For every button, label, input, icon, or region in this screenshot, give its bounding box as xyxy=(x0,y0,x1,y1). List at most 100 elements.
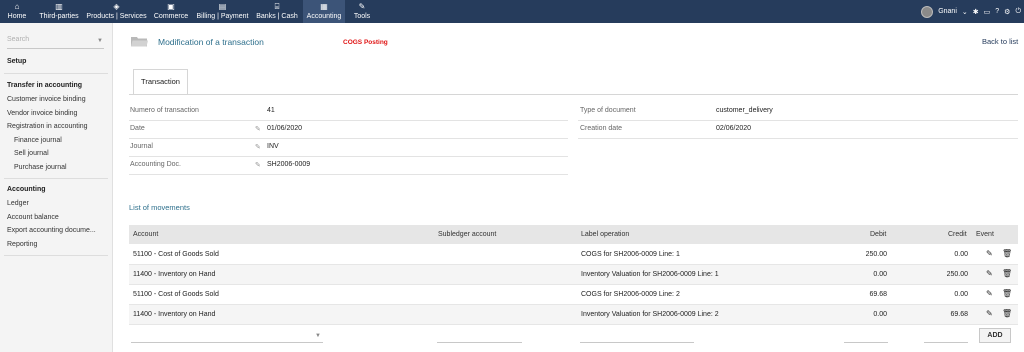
edit-icon[interactable]: ✎ xyxy=(986,269,993,278)
credit-input[interactable] xyxy=(924,342,968,343)
add-button[interactable]: ADD xyxy=(979,328,1011,343)
account-cell: 11400 - Inventory on Hand xyxy=(133,271,216,278)
account-select[interactable] xyxy=(131,342,323,343)
trash-icon[interactable]: 🗑 xyxy=(1002,289,1012,298)
top-navigation-bar: ⌂ Home ▥ Third-parties ◈ Products | Serv… xyxy=(0,0,1024,23)
sidebar-item-vendor-invoice-binding[interactable]: Vendor invoice binding xyxy=(7,110,77,117)
building-icon: ▥ xyxy=(55,2,63,11)
sidebar-item-export-accounting[interactable]: Export accounting docume... xyxy=(7,227,96,234)
credit-cell: 0.00 xyxy=(954,251,968,258)
nav-home[interactable]: ⌂ Home xyxy=(3,0,31,23)
column-header-event: Event xyxy=(976,231,994,238)
nav-products-services[interactable]: ◈ Products | Services xyxy=(85,0,148,23)
subledger-input[interactable] xyxy=(437,342,522,343)
field-row: Creation date 02/06/2020 xyxy=(578,121,1018,139)
print-icon[interactable]: ▭ xyxy=(984,8,991,16)
debit-input[interactable] xyxy=(844,342,888,343)
wrench-icon: ✎ xyxy=(358,2,366,11)
nav-commerce[interactable]: ▣ Commerce xyxy=(152,0,190,23)
transaction-badge: COGS Posting xyxy=(343,39,388,46)
pencil-icon[interactable]: ✎ xyxy=(255,125,261,133)
edit-icon[interactable]: ✎ xyxy=(986,289,993,298)
field-label: Journal xyxy=(130,143,153,150)
edit-icon[interactable]: ✎ xyxy=(986,309,993,318)
folder-icon xyxy=(131,37,148,47)
sidebar-item-account-balance[interactable]: Account balance xyxy=(7,214,59,221)
cube-icon: ◈ xyxy=(113,2,120,11)
sidebar-item-finance-journal[interactable]: Finance journal xyxy=(14,137,62,144)
chevron-down-icon[interactable]: ⌄ xyxy=(962,8,968,16)
sidebar-divider xyxy=(4,73,108,74)
column-header-label[interactable]: Label operation xyxy=(581,231,629,238)
account-cell: 51100 - Cost of Goods Sold xyxy=(133,251,219,258)
column-header-account[interactable]: Account xyxy=(133,231,158,238)
chevron-down-icon[interactable]: ▼ xyxy=(315,333,321,339)
page-title: Modification of a transaction xyxy=(158,37,264,47)
field-label: Numero of transaction xyxy=(130,107,199,114)
journal-value: INV xyxy=(267,143,279,150)
left-sidebar: Search ▼ Setup Transfer in accounting Cu… xyxy=(0,23,113,352)
sidebar-item-setup[interactable]: Setup xyxy=(7,58,26,65)
debit-cell: 69.68 xyxy=(869,291,887,298)
sidebar-item-ledger[interactable]: Ledger xyxy=(7,200,29,207)
label-cell: Inventory Valuation for SH2006-0009 Line… xyxy=(581,311,719,318)
label-cell: Inventory Valuation for SH2006-0009 Line… xyxy=(581,271,719,278)
new-movement-row: ▼ xyxy=(129,324,1018,350)
trash-icon[interactable]: 🗑 xyxy=(1002,249,1012,258)
power-icon[interactable]: ⏻ xyxy=(1015,8,1021,16)
creation-date-value: 02/06/2020 xyxy=(716,125,752,132)
accounting-doc-value: SH2006-0009 xyxy=(267,161,311,168)
field-row: Date ✎ 01/06/2020 xyxy=(129,121,568,139)
sidebar-heading-accounting[interactable]: Accounting xyxy=(7,186,46,193)
trash-icon[interactable]: 🗑 xyxy=(1002,309,1012,318)
trash-icon[interactable]: 🗑 xyxy=(1002,269,1012,278)
nav-accounting[interactable]: ▦ Accounting xyxy=(303,0,345,23)
credit-cell: 69.68 xyxy=(950,311,968,318)
label-input[interactable] xyxy=(580,342,694,343)
sidebar-item-registration[interactable]: Registration in accounting xyxy=(7,123,88,130)
sidebar-divider xyxy=(4,178,108,179)
label-cell: COGS for SH2006-0009 Line: 1 xyxy=(581,251,680,258)
bank-icon: ⌸ xyxy=(274,2,280,11)
field-label: Type of document xyxy=(580,107,636,114)
field-row: Type of document customer_delivery xyxy=(578,103,1018,121)
credit-cell: 250.00 xyxy=(946,271,968,278)
field-row: Accounting Doc. ✎ SH2006-0009 xyxy=(129,157,568,175)
avatar[interactable] xyxy=(921,5,934,18)
tab-transaction[interactable]: Transaction xyxy=(133,69,188,95)
field-row: Journal ✎ INV xyxy=(129,139,568,157)
movements-heading: List of movements xyxy=(129,203,190,212)
sidebar-heading-transfer[interactable]: Transfer in accounting xyxy=(7,82,82,89)
pencil-icon[interactable]: ✎ xyxy=(255,161,261,169)
search-input[interactable]: Search ▼ xyxy=(7,36,104,49)
pencil-icon[interactable]: ✎ xyxy=(255,143,261,151)
sidebar-item-purchase-journal[interactable]: Purchase journal xyxy=(14,164,67,171)
nav-third-parties[interactable]: ▥ Third-parties xyxy=(36,0,82,23)
sidebar-divider xyxy=(4,255,108,256)
debit-cell: 250.00 xyxy=(865,251,887,258)
field-label: Date xyxy=(130,125,145,132)
column-header-debit[interactable]: Debit xyxy=(870,231,886,238)
edit-icon[interactable]: ✎ xyxy=(986,249,993,258)
account-cell: 11400 - Inventory on Hand xyxy=(133,311,216,318)
nav-billing-payment[interactable]: ▤ Billing | Payment xyxy=(194,0,251,23)
bug-icon[interactable]: ✱ xyxy=(973,8,979,16)
sidebar-item-sell-journal[interactable]: Sell journal xyxy=(14,150,49,157)
calculator-icon: ▦ xyxy=(320,2,328,11)
user-name[interactable]: Gnani xyxy=(938,8,957,15)
nav-banks-cash[interactable]: ⌸ Banks | Cash xyxy=(254,0,300,23)
sidebar-item-reporting[interactable]: Reporting xyxy=(7,241,37,248)
nav-tools[interactable]: ✎ Tools xyxy=(350,0,374,23)
debit-cell: 0.00 xyxy=(873,271,887,278)
gear-icon[interactable]: ⚙ xyxy=(1004,8,1010,16)
field-row: Numero of transaction 41 xyxy=(129,103,568,121)
column-header-credit[interactable]: Credit xyxy=(948,231,967,238)
user-area: Gnani ⌄ ✱ ▭ ? ⚙ ⏻ xyxy=(921,0,1024,23)
sidebar-item-customer-invoice-binding[interactable]: Customer invoice binding xyxy=(7,96,86,103)
table-row: 51100 - Cost of Goods Sold COGS for SH20… xyxy=(129,285,1018,305)
help-icon[interactable]: ? xyxy=(995,8,999,15)
column-header-subledger[interactable]: Subledger account xyxy=(438,231,496,238)
field-label: Accounting Doc. xyxy=(130,161,181,168)
movements-table-header: Account Subledger account Label operatio… xyxy=(129,225,1018,244)
back-to-list-link[interactable]: Back to list xyxy=(982,37,1018,46)
